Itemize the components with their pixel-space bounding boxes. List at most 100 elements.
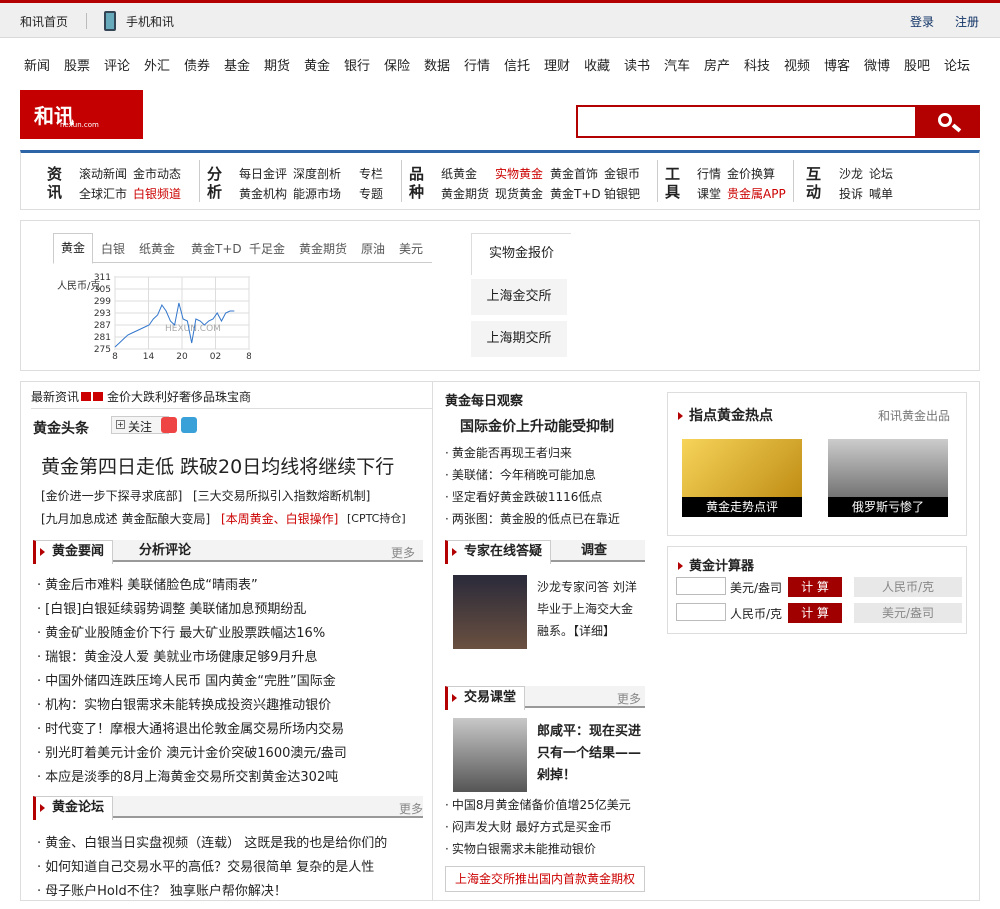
more-link[interactable]: 更多 [399,800,423,817]
cat-link[interactable]: 沙龙 [839,165,863,182]
list-item[interactable]: [白银]白银延续弱势调整 美联储加息预期纷乱 [37,598,306,617]
nav-item[interactable]: 黄金 [304,55,330,74]
cat-link[interactable]: 实物黄金 [495,165,543,182]
list-item[interactable]: 时代变了！摩根大通将退出伦敦金属交易所场内交易 [37,718,344,737]
list-item[interactable]: 别光盯着美元计金价 澳元计金价突破1600澳元/盎司 [37,742,347,761]
list-item[interactable]: 坚定看好黄金跌破1116低点 [445,488,603,505]
cat-link[interactable]: 现货黄金 [495,185,543,202]
cat-link[interactable]: 每日金评 [239,165,287,182]
hexun-logo[interactable]: 和讯 hexun.com [20,90,143,139]
nav-item[interactable]: 博客 [824,55,850,74]
list-item[interactable]: 黄金能否再现王者归来 [445,444,572,461]
cat-link[interactable]: 金价换算 [727,165,775,182]
tab-analysis[interactable]: 分析评论 [139,540,191,562]
calculate-button[interactable]: 计 算 [788,577,842,597]
search-button[interactable] [916,105,980,138]
headline-sub-link[interactable]: [三大交易所拟引入指数熔断机制] [193,487,370,504]
more-link[interactable]: 更多 [617,690,641,707]
list-item[interactable]: 瑞银：黄金没人爱 美就业市场健康足够9月升息 [37,646,317,665]
list-item[interactable]: 黄金矿业股随金价下行 最大矿业股票跌幅达16% [37,622,325,641]
nav-item[interactable]: 读书 [624,55,650,74]
tab-fine-gold[interactable]: 千足金 [249,240,285,257]
class-title[interactable]: 郎咸平：现在买进 [537,720,641,739]
cat-link[interactable]: 行情 [697,165,721,182]
nav-item[interactable]: 数据 [424,55,450,74]
search-input[interactable] [576,105,917,138]
latest-news-link[interactable]: 金价大跌利好奢侈品珠宝商 [107,388,251,405]
cat-link[interactable]: 黄金机构 [239,185,287,202]
expert-photo[interactable] [453,575,527,649]
expert-detail-link[interactable]: 融系。【详细】 [537,622,615,639]
tab-gold-news[interactable]: 黄金要闻 [33,540,114,564]
tab-crude[interactable]: 原油 [361,240,385,257]
list-item[interactable]: 两张图：黄金股的低点已在靠近 [445,510,620,527]
nav-item[interactable]: 股票 [64,55,90,74]
cat-link[interactable]: 铂银钯 [604,185,640,202]
sge-link[interactable]: 上海金交所 [471,279,567,315]
list-item[interactable]: 中国8月黄金储备价值增25亿美元 [445,796,631,813]
tab-expert-qa[interactable]: 专家在线答疑 [445,540,552,564]
next-arrow-icon[interactable] [93,392,103,401]
class-title[interactable]: 只有一个结果—— [537,742,641,761]
cat-link[interactable]: 能源市场 [293,185,341,202]
shfe-link[interactable]: 上海期交所 [471,321,567,357]
cat-link[interactable]: 黄金T+D [550,185,601,202]
headline-sub-link[interactable]: [九月加息成述 黄金酝酿大变局] [41,510,210,527]
list-item[interactable]: 黄金后市难料 美联储脸色成“晴雨表” [37,574,258,593]
lang-photo[interactable] [453,718,527,792]
nav-item[interactable]: 银行 [344,55,370,74]
cat-link[interactable]: 金市动态 [133,165,181,182]
cat-link[interactable]: 白银频道 [133,185,181,202]
list-item[interactable]: 母子账户Hold不住？ 独享账户帮你解决！ [37,880,287,899]
cat-link[interactable]: 贵金属APP [727,185,786,202]
list-item[interactable]: 闷声发大财 最好方式是买金币 [445,818,612,835]
tab-gold-futures[interactable]: 黄金期货 [299,240,347,257]
tab-gold[interactable]: 黄金 [53,233,93,264]
cat-link[interactable]: 专栏 [359,165,383,182]
cat-link[interactable]: 喊单 [869,185,893,202]
list-item[interactable]: 实物白银需求未能推动银价 [445,840,596,857]
nav-item[interactable]: 债券 [184,55,210,74]
nav-item[interactable]: 评论 [104,55,130,74]
mobile-hexun-link[interactable]: 手机和讯 [126,13,174,30]
tab-usd[interactable]: 美元 [399,240,423,257]
gold-bars-image[interactable]: 黄金走势点评 [682,439,802,517]
class-title[interactable]: 剁掉！ [537,764,576,783]
daily-observe-title[interactable]: 国际金价上升动能受抑制 [460,416,614,436]
weibo-share-icon[interactable] [161,417,177,433]
list-item[interactable]: 本应是淡季的8月上海黄金交易所交割黄金达302吨 [37,766,338,785]
nav-item[interactable]: 微博 [864,55,890,74]
cat-link[interactable]: 投诉 [839,185,863,202]
cat-link[interactable]: 深度剖析 [293,165,341,182]
rmb-gram-input[interactable] [676,603,726,621]
hexun-home-link[interactable]: 和讯首页 [20,13,68,30]
calculate-button[interactable]: 计 算 [788,603,842,623]
usd-oz-input[interactable] [676,577,726,595]
nav-item[interactable]: 基金 [224,55,250,74]
physical-gold-quote-link[interactable]: 实物金报价 [471,233,571,275]
tab-trading-class[interactable]: 交易课堂 [445,686,526,710]
login-link[interactable]: 登录 [910,13,934,30]
headline-title[interactable]: 黄金第四日走低 跌破20日均线将继续下行 [41,452,394,479]
nav-item[interactable]: 理财 [544,55,570,74]
nav-item[interactable]: 科技 [744,55,770,74]
list-item[interactable]: 黄金、白银当日实盘视频（连载） 这既是我的也是给你们的 [37,832,387,851]
prev-arrow-icon[interactable] [81,392,91,401]
tab-gold-td[interactable]: 黄金T+D [191,240,242,257]
tab-silver[interactable]: 白银 [101,240,125,257]
nav-item[interactable]: 收藏 [584,55,610,74]
list-item[interactable]: 美联储：今年稍晚可能加息 [445,466,596,483]
tencent-share-icon[interactable] [181,417,197,433]
tab-paper-gold[interactable]: 纸黄金 [139,240,175,257]
nav-item[interactable]: 汽车 [664,55,690,74]
cat-link[interactable]: 专题 [359,185,383,202]
nav-item[interactable]: 新闻 [24,55,50,74]
nav-item[interactable]: 外汇 [144,55,170,74]
more-link[interactable]: 更多 [391,544,415,561]
cat-link[interactable]: 滚动新闻 [79,165,127,182]
tab-gold-forum[interactable]: 黄金论坛 [33,796,114,820]
nav-item[interactable]: 房产 [704,55,730,74]
nav-item[interactable]: 期货 [264,55,290,74]
headline-sub-link[interactable]: [CPTC持仓] [347,510,406,526]
list-item[interactable]: 机构：实物白银需求未能转换成投资兴趣推动银价 [37,694,331,713]
